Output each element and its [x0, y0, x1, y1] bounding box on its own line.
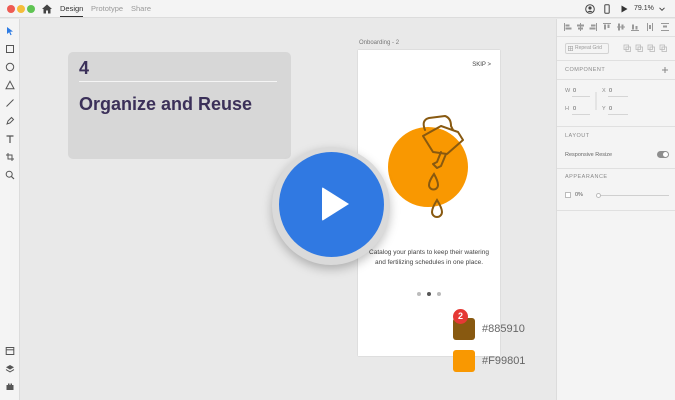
line-tool-icon[interactable]	[5, 98, 15, 108]
user-icon[interactable]	[585, 4, 595, 14]
y-value[interactable]: 0	[609, 106, 612, 112]
component-section-title: COMPONENT	[565, 67, 606, 73]
height-label: H	[565, 106, 569, 112]
divider	[557, 60, 675, 61]
ellipse-tool-icon[interactable]	[5, 62, 15, 72]
top-bar: Design Prototype Share 79.1%	[0, 0, 675, 18]
zoom-tool-icon[interactable]	[5, 170, 15, 180]
select-tool-icon[interactable]	[5, 26, 15, 36]
tab-share[interactable]: Share	[131, 4, 151, 13]
divider	[557, 168, 675, 169]
opacity-value[interactable]: 0%	[575, 192, 583, 198]
color-swatch-orange[interactable]	[453, 350, 475, 372]
play-triangle-icon	[322, 187, 349, 221]
height-value[interactable]: 0	[573, 106, 576, 112]
artboard-name[interactable]: Onboarding - 2	[359, 40, 399, 46]
repeat-grid-icon	[568, 46, 573, 51]
repeat-grid-button[interactable]: Repeat Grid	[565, 43, 609, 54]
close-window-button[interactable]	[7, 5, 15, 13]
opacity-checkbox[interactable]	[565, 192, 571, 198]
page-dot[interactable]	[437, 292, 441, 296]
opacity-slider-handle[interactable]	[596, 193, 601, 198]
width-label: W	[565, 88, 571, 94]
properties-panel: Repeat Grid COMPONENT W 0 H 0 X 0 Y 0 LA…	[556, 19, 675, 400]
watering-can-illustration	[422, 115, 464, 218]
polygon-tool-icon[interactable]	[5, 80, 15, 90]
responsive-resize-toggle[interactable]	[657, 151, 669, 158]
divider	[557, 126, 675, 127]
page-dot-active[interactable]	[427, 292, 431, 296]
opacity-slider-track[interactable]	[597, 195, 669, 196]
zoom-level[interactable]: 79.1%	[634, 5, 654, 12]
lesson-number: 4	[79, 58, 90, 78]
lesson-title-card: 4 Organize and Reuse	[68, 52, 291, 159]
link-dimensions-icon[interactable]	[594, 91, 598, 111]
skip-link[interactable]: SKIP >	[472, 62, 491, 68]
artboard-tool-icon[interactable]	[5, 152, 15, 162]
play-icon[interactable]	[619, 4, 629, 14]
rectangle-tool-icon[interactable]	[5, 44, 15, 54]
tab-prototype[interactable]: Prototype	[91, 4, 123, 13]
repeat-grid-label: Repeat Grid	[575, 45, 602, 51]
hex-label-brown: #885910	[482, 323, 525, 335]
layout-section-title: LAYOUT	[565, 133, 590, 139]
mobile-preview-icon[interactable]	[602, 4, 612, 14]
divider	[79, 81, 277, 82]
align-icons[interactable]	[563, 22, 671, 32]
divider	[557, 36, 675, 37]
pen-tool-icon[interactable]	[5, 116, 15, 126]
add-component-icon[interactable]	[661, 66, 669, 74]
chevron-down-icon[interactable]	[657, 4, 667, 14]
tab-design[interactable]: Design	[60, 4, 84, 17]
lesson-title: Organize and Reuse	[79, 94, 253, 114]
assets-panel-icon[interactable]	[5, 346, 15, 356]
text-tool-icon[interactable]	[5, 134, 15, 144]
minimize-window-button[interactable]	[17, 5, 25, 13]
page-dot[interactable]	[417, 292, 421, 296]
divider	[557, 79, 675, 80]
tool-bar	[0, 19, 20, 400]
responsive-resize-label: Responsive Resize	[565, 152, 613, 158]
boolean-ops-icons[interactable]	[623, 44, 671, 53]
step-badge: 2	[453, 309, 468, 324]
maximize-window-button[interactable]	[27, 5, 35, 13]
divider	[557, 210, 675, 211]
home-icon[interactable]	[41, 3, 53, 15]
layers-panel-icon[interactable]	[5, 364, 15, 374]
width-value[interactable]: 0	[573, 88, 576, 94]
hex-label-orange: #F99801	[482, 355, 526, 367]
y-label: Y	[602, 106, 606, 112]
onboarding-caption: Catalog your plants to keep their wateri…	[369, 249, 489, 266]
play-video-button[interactable]	[279, 152, 384, 257]
x-value[interactable]: 0	[609, 88, 612, 94]
x-label: X	[602, 88, 606, 94]
appearance-section-title: APPEARANCE	[565, 174, 608, 180]
plugins-panel-icon[interactable]	[5, 381, 15, 391]
